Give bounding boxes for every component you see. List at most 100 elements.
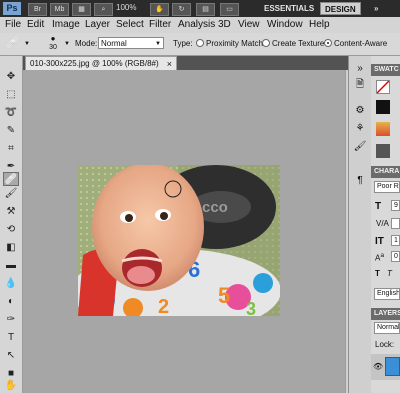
clone-source-panel-icon[interactable]: ⚘	[353, 122, 367, 136]
lasso-tool-icon[interactable]: ➰	[3, 106, 19, 120]
gradient-tool-icon[interactable]: ▬	[3, 259, 19, 273]
application-bar: Ps Br Mb ▦ ⌕ 100% ✋ ↻ ▤ ▭ ESSENTIALS DES…	[0, 0, 400, 17]
screen-icon: ▭	[226, 6, 233, 13]
faux-bold-icon[interactable]: T	[375, 269, 380, 278]
pen-tool-icon[interactable]: ✑	[3, 313, 19, 327]
clone-stamp-tool-icon[interactable]: ⚒	[3, 205, 19, 219]
black-swatch[interactable]	[376, 100, 390, 114]
swatches-panel-tab[interactable]: SWATC	[371, 64, 400, 76]
dodge-tool-icon[interactable]: ◐	[3, 295, 19, 309]
kerning-icon: V/A	[376, 219, 389, 228]
language-field[interactable]: English:	[374, 288, 400, 300]
menu-window[interactable]: Window	[267, 19, 303, 30]
layers-panel-tab[interactable]: LAYERS	[371, 308, 400, 320]
brush-tool-icon[interactable]: 🖌	[3, 187, 19, 201]
menu-filter[interactable]: Filter	[149, 19, 171, 30]
svg-text:3: 3	[246, 299, 256, 316]
bridge-button[interactable]: Br	[28, 3, 47, 16]
baseline-shift-field[interactable]: 0	[391, 251, 400, 262]
zoom-level[interactable]: 100%	[116, 3, 136, 12]
brush-picker[interactable]: ● 30	[44, 35, 62, 53]
radio-proximity-match[interactable]	[196, 39, 204, 47]
document-tab[interactable]: 010-300x225.jpg @ 100% (RGB/8#) ×	[25, 56, 177, 70]
menu-help[interactable]: Help	[309, 19, 330, 30]
menu-3d[interactable]: 3D	[218, 19, 231, 30]
no-color-swatch[interactable]	[376, 80, 390, 94]
adjustments-panel-icon[interactable]: ⚙	[353, 104, 367, 118]
arrange-documents-button[interactable]: ▤	[196, 3, 215, 16]
gradient-swatch[interactable]	[376, 122, 390, 136]
hand-tool-icon[interactable]: ✋	[3, 379, 19, 393]
brush-dot-icon: ●	[50, 34, 56, 43]
font-size-icon: T	[375, 201, 382, 212]
chevron-down-icon: ▼	[155, 41, 161, 47]
grid-icon: ▦	[78, 6, 85, 13]
mode-select[interactable]: Normal ▼	[98, 37, 164, 49]
tool-preset-dropdown[interactable]: ▼	[24, 41, 30, 47]
menu-image[interactable]: Image	[52, 19, 80, 30]
rotate-view-button[interactable]: ↻	[172, 3, 191, 16]
right-panel-dock: SWATC CHARA Poor Ri T 9 V/A IT 1 Aa 0 T …	[371, 56, 400, 393]
blur-tool-icon[interactable]: 💧	[3, 277, 19, 291]
panel-collapse-icon[interactable]: »	[353, 62, 367, 76]
svg-text:2: 2	[158, 296, 169, 316]
history-panel-icon[interactable]: 🗎	[353, 78, 367, 92]
hand-tool-button[interactable]: ✋	[150, 3, 169, 16]
workspace-essentials[interactable]: ESSENTIALS	[260, 2, 318, 15]
spot-healing-tool-icon[interactable]: 🩹	[3, 172, 19, 186]
brush-size: 30	[49, 44, 57, 51]
kerning-field[interactable]	[391, 218, 400, 229]
options-bar: 🩹 ▼ ● 30 ▼ Mode: Normal ▼ Type: Proximit…	[0, 33, 400, 56]
menu-view[interactable]: View	[238, 19, 260, 30]
move-tool-icon[interactable]: ✥	[3, 70, 19, 84]
faux-italic-icon[interactable]: T	[387, 269, 392, 278]
paragraph-panel-icon[interactable]: ¶	[353, 174, 367, 188]
workspace-more[interactable]: »	[370, 2, 382, 15]
chevron-right-icon: »	[374, 4, 379, 13]
view-extras-button[interactable]: ▦	[72, 3, 91, 16]
menu-layer[interactable]: Layer	[85, 19, 110, 30]
eraser-tool-icon[interactable]: ◧	[3, 241, 19, 255]
baby-photo: cco 6 5 2 6 3	[78, 165, 280, 316]
zoom-level-button[interactable]: ⌕	[94, 3, 113, 16]
menu-file[interactable]: File	[5, 19, 21, 30]
content-aware-label: Content-Aware	[334, 39, 388, 48]
menu-analysis[interactable]: Analysis	[178, 19, 215, 30]
blend-mode-field[interactable]: Normal	[374, 322, 400, 334]
type-label: Type:	[173, 39, 193, 48]
eye-icon[interactable]: 👁	[373, 362, 383, 371]
layer-row[interactable]: 👁	[371, 354, 400, 380]
vertical-scale-icon: IT	[375, 236, 384, 247]
menu-select[interactable]: Select	[116, 19, 144, 30]
crop-tool-icon[interactable]: ⌗	[3, 142, 19, 156]
dark-swatch[interactable]	[376, 144, 390, 158]
quick-select-tool-icon[interactable]: ✎	[3, 124, 19, 138]
workspace-design[interactable]: DESIGN	[320, 2, 361, 15]
path-select-tool-icon[interactable]: ↖	[3, 349, 19, 363]
spot-healing-brush-icon[interactable]: 🩹	[6, 37, 20, 50]
font-size-field[interactable]: 9	[391, 200, 400, 211]
no-color-icon	[376, 80, 390, 94]
radio-create-texture[interactable]	[262, 39, 270, 47]
radio-content-aware[interactable]	[324, 39, 332, 47]
chevron-down-icon: ▼	[64, 41, 70, 47]
car-seat-text: cco	[202, 199, 228, 216]
character-panel-tab[interactable]: CHARA	[371, 166, 400, 178]
font-family-field[interactable]: Poor Ri	[374, 181, 400, 193]
screen-mode-button[interactable]: ▭	[220, 3, 239, 16]
mode-value: Normal	[101, 39, 127, 48]
mode-label: Mode:	[75, 39, 98, 48]
history-brush-tool-icon[interactable]: ⟲	[3, 223, 19, 237]
type-tool-icon[interactable]: T	[3, 331, 19, 345]
menu-edit[interactable]: Edit	[27, 19, 44, 30]
marquee-tool-icon[interactable]: ⬚	[3, 88, 19, 102]
minibridge-button[interactable]: Mb	[50, 3, 69, 16]
menu-bar: File Edit Image Layer Select Filter Anal…	[0, 17, 400, 34]
brush-panel-icon[interactable]: 🖌	[353, 140, 367, 154]
brush-dropdown[interactable]: ▼	[64, 41, 70, 47]
vertical-scale-field[interactable]: 1	[391, 235, 400, 246]
lock-label: Lock:	[375, 340, 395, 349]
document-image[interactable]: cco 6 5 2 6 3	[78, 165, 280, 316]
close-icon[interactable]: ×	[167, 57, 172, 71]
hand-icon: ✋	[155, 6, 164, 13]
